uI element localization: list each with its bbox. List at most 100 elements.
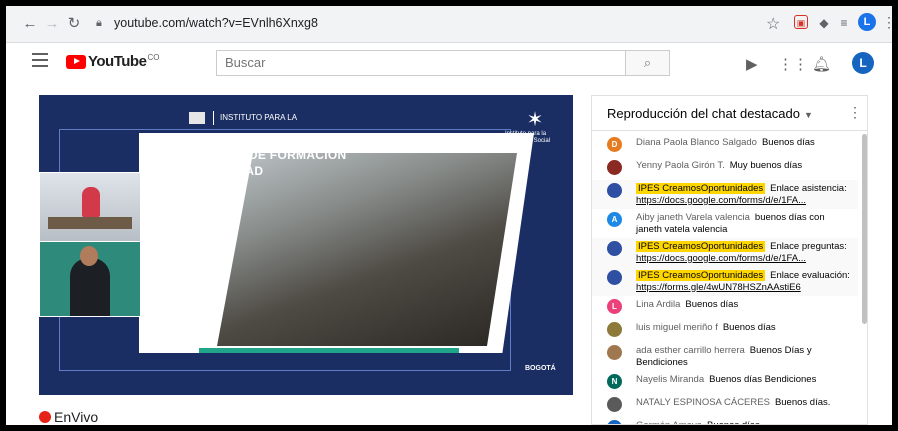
chat-message-text: Enlace preguntas: (770, 241, 847, 252)
chat-avatar[interactable] (607, 322, 622, 337)
chat-message: IPES CreamosOportunidades Enlace pregunta… (592, 238, 858, 267)
forward-arrow-icon[interactable]: → (42, 14, 62, 34)
search-icon: ⌕ (643, 55, 652, 70)
chat-avatar[interactable]: A (607, 212, 622, 227)
ipes-logo: ✶ Instituto para la Economía Social (505, 109, 565, 145)
ipes-star-icon: ✶ (526, 109, 544, 131)
chat-mode-selector[interactable]: Reproducción del chat destacado ▼ (607, 106, 813, 121)
live-chat-panel: Reproducción del chat destacado ▼ ⋮ D Dian… (591, 95, 868, 425)
search-button[interactable]: ⌕ (626, 50, 670, 76)
browser-toolbar: ← → ↻ 🔒︎ youtube.com/watch?v=EVnlh6Xnxg8… (6, 6, 892, 43)
chat-message: A Aiby janeth Varela valencia buenos días … (592, 209, 858, 238)
chat-author[interactable]: Diana Paola Blanco Salgado (636, 137, 757, 148)
live-label: EnVivo (54, 409, 99, 425)
sign-language-interpreter (39, 241, 141, 317)
chat-message: ada esther carrillo herrera Buenos Días y… (592, 342, 858, 371)
chat-author[interactable]: IPES CreamosOportunidades (636, 183, 766, 194)
youtube-logo[interactable]: YouTubeCO (66, 53, 159, 71)
live-indicator: EnVivo (39, 409, 98, 425)
chat-author[interactable]: Aiby janeth Varela valencia (636, 212, 750, 223)
chat-author[interactable]: Germán Amaya (636, 420, 702, 424)
interpreter-figure (70, 258, 110, 316)
playlist-icon[interactable]: ≡ (836, 15, 852, 31)
colombia-emblem-icon (189, 112, 205, 124)
chat-author[interactable]: luis miguel meriño f (636, 322, 718, 333)
interpreter-head (80, 246, 98, 266)
chat-message-text: Muy buenos días (729, 160, 803, 171)
chat-author[interactable]: Yenny Paola Girón T. (636, 160, 725, 171)
chat-avatar[interactable] (607, 397, 622, 412)
live-dot-icon (39, 411, 51, 423)
extension-icon[interactable]: ▣ (794, 15, 808, 29)
chat-message: G Germán Amaya Buenos días (592, 417, 858, 424)
video-player[interactable]: INSTITUTO PARA LA SUBDIRECCIÓN DE FORMAC… (39, 95, 573, 395)
chat-avatar[interactable]: D (607, 137, 622, 152)
chat-avatar[interactable]: L (607, 299, 622, 314)
lock-icon: 🔒︎ (96, 17, 102, 29)
chat-message-text: Buenos días (685, 299, 739, 310)
chat-avatar[interactable] (607, 160, 622, 175)
video-title: SUBDIRECCIÓN DE FORMACIÓN Y EMPLEABILIDA… (149, 147, 347, 179)
presenter-thumbnail (39, 172, 141, 242)
apps-grid-icon[interactable]: ⋮⋮ (778, 55, 808, 73)
browser-menu-icon[interactable]: ⋮ (882, 14, 892, 31)
chat-message: NATALY ESPINOSA CÁCERES Buenos días. (592, 394, 858, 417)
chat-avatar[interactable] (607, 183, 622, 198)
chat-more-icon[interactable]: ⋮ (848, 104, 862, 121)
notifications-bell-icon[interactable]: 🔔︎ (812, 55, 831, 73)
chat-link[interactable]: https://docs.google.com/forms/d/e/1FA... (636, 195, 806, 206)
chat-author[interactable]: IPES CreamosOportunidades (636, 241, 766, 252)
chat-link[interactable]: https://forms.gle/4wUN78HSZnAAstiE6 (636, 282, 801, 293)
chat-message: IPES CreamosOportunidades Enlace asistenc… (592, 180, 858, 209)
chat-message: L Lina Ardila Buenos días (592, 296, 858, 319)
chat-message-text: Buenos días Bendiciones (709, 374, 817, 385)
chat-message: Yenny Paola Girón T. Muy buenos días (592, 157, 858, 180)
search-input[interactable] (217, 51, 613, 73)
bookmark-star-icon[interactable]: ☆ (766, 14, 780, 34)
search-box (216, 50, 626, 76)
chevron-down-icon: ▼ (803, 110, 813, 120)
ipes-logo-text: Instituto para la Economía Social (505, 131, 551, 144)
youtube-wordmark: YouTube (88, 53, 147, 71)
chat-header-title: Reproducción del chat destacado (607, 106, 800, 121)
extension-dark-icon[interactable]: ◆ (816, 15, 832, 31)
chat-avatar[interactable] (607, 270, 622, 285)
browser-window: ← → ↻ 🔒︎ youtube.com/watch?v=EVnlh6Xnxg8… (6, 6, 892, 425)
reload-icon[interactable]: ↻ (64, 14, 84, 34)
chat-message: luis miguel meriño f Buenos días (592, 319, 858, 342)
chat-message-text: Enlace evaluación: (770, 270, 850, 281)
account-avatar[interactable]: L (852, 52, 874, 74)
bogota-logo-text: BOGOTÁ (525, 365, 556, 372)
chat-author[interactable]: Lina Ardila (636, 299, 680, 310)
back-arrow-icon[interactable]: ← (20, 14, 40, 34)
chat-avatar[interactable] (607, 345, 622, 360)
chat-link[interactable]: https://docs.google.com/forms/d/e/1FA... (636, 253, 806, 264)
youtube-play-icon (66, 54, 86, 69)
chat-avatar[interactable]: G (607, 420, 622, 424)
chat-message: D Diana Paola Blanco Salgado Buenos días (592, 134, 858, 157)
video-green-bar (199, 348, 459, 353)
chat-avatar[interactable]: N (607, 374, 622, 389)
hamburger-menu-icon[interactable] (32, 53, 48, 67)
chat-scrollbar[interactable] (862, 134, 867, 324)
chat-message: IPES CreamosOportunidades Enlace evaluaci… (592, 267, 858, 296)
chat-author[interactable]: Nayelis Miranda (636, 374, 704, 385)
video-title-line1: SUBDIRECCIÓN DE FORMACIÓN (149, 148, 347, 162)
chat-message: N Nayelis Miranda Buenos días Bendiciones (592, 371, 858, 394)
chat-message-text: Buenos días (707, 420, 760, 424)
chat-author[interactable]: NATALY ESPINOSA CÁCERES (636, 397, 770, 408)
browser-profile-avatar[interactable]: L (858, 13, 876, 31)
chat-avatar[interactable] (607, 241, 622, 256)
country-code: CO (147, 53, 160, 62)
create-video-icon[interactable]: ▶︎ (746, 55, 758, 73)
chat-author[interactable]: IPES CreamosOportunidades (636, 270, 766, 281)
url-text: youtube.com/watch?v=EVnlh6Xnxg8 (114, 16, 318, 30)
classroom-photo (217, 153, 517, 346)
youtube-header: YouTubeCO ⌕ ▶︎ ⋮⋮ 🔔︎ L (6, 43, 892, 87)
chat-message-text: Buenos días (761, 137, 815, 148)
presenter-figure (82, 187, 100, 217)
address-bar[interactable]: 🔒︎ youtube.com/watch?v=EVnlh6Xnxg8 (84, 12, 764, 36)
chat-author[interactable]: ada esther carrillo herrera (636, 345, 745, 356)
chat-header: Reproducción del chat destacado ▼ ⋮ (592, 96, 867, 131)
video-title-line2: Y EMPLEABILIDAD (149, 164, 264, 178)
